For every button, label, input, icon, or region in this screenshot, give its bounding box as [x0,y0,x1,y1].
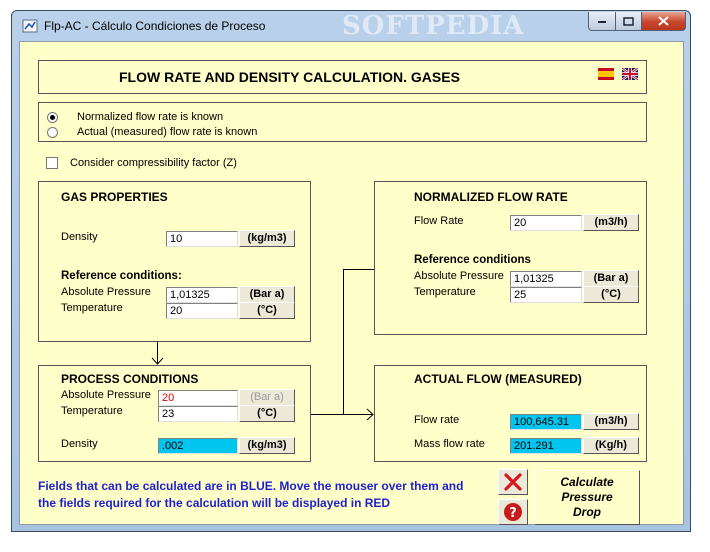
norm-flow-label: Flow Rate [414,215,464,227]
process-temperature-label: Temperature [61,405,123,417]
actual-flow-label: Flow rate [414,414,460,426]
radio-actual-label[interactable]: Actual (measured) flow rate is known [77,126,257,138]
close-icon [658,16,669,26]
reference-conditions-title: Reference conditions: [61,270,182,282]
close-button[interactable] [641,12,686,31]
density-label: Density [61,231,98,243]
help-text: Fields that can be calculated are in BLU… [38,479,464,510]
mass-flow-label: Mass flow rate [414,438,485,450]
compressibility-label[interactable]: Consider compressibility factor (Z) [70,157,237,169]
calculate-pressure-drop-button[interactable]: Calculate Pressure Drop [534,470,640,525]
gas-properties-title: GAS PROPERTIES [61,190,168,204]
norm-pressure-label: Absolute Pressure [414,270,504,282]
actual-flow-output[interactable]: 100,645.31 [510,414,582,430]
connector-line [311,414,373,415]
page-title: FLOW RATE AND DENSITY CALCULATION. GASES [119,69,460,85]
ref-pressure-input[interactable]: 1,01325 [166,287,238,303]
window-title: Flp-AC - Cálculo Condiciones de Proceso [44,19,266,33]
uk-flag-icon[interactable] [622,68,638,80]
ref-temperature-label: Temperature [61,302,123,314]
process-density-output[interactable]: .002 [158,438,238,454]
mass-flow-output[interactable]: 201.291 [510,438,582,454]
ref-temperature-unit-button[interactable]: (°C) [239,302,295,319]
radio-normalized[interactable] [47,112,58,123]
red-x-icon [504,473,522,491]
process-density-label: Density [61,438,98,450]
minimize-button[interactable] [588,12,616,31]
norm-flow-input[interactable]: 20 [510,215,582,231]
radio-normalized-label[interactable]: Normalized flow rate is known [77,111,223,123]
ref-pressure-unit-button[interactable]: (Bar a) [239,286,295,303]
norm-temperature-unit-button[interactable]: (°C) [583,286,639,303]
ref-pressure-label: Absolute Pressure [61,286,151,298]
connector-line [343,269,374,270]
actual-flow-title: ACTUAL FLOW (MEASURED) [414,372,582,386]
compressibility-checkbox[interactable] [46,157,58,169]
norm-temperature-label: Temperature [414,286,476,298]
help-button[interactable]: ? [498,499,528,525]
process-conditions-title: PROCESS CONDITIONS [61,372,199,386]
app-icon [22,19,38,33]
calculate-button-label: Calculate Pressure Drop [560,475,614,519]
maximize-icon [623,16,634,26]
mass-flow-unit-button[interactable]: (Kg/h) [583,437,639,454]
actual-flow-panel: ACTUAL FLOW (MEASURED) Flow rate 100,645… [374,365,647,462]
app-window: Flp-AC - Cálculo Condiciones de Proceso … [11,10,691,532]
clear-button[interactable] [498,469,528,495]
process-pressure-label: Absolute Pressure [61,389,151,401]
norm-temperature-input[interactable]: 25 [510,287,582,303]
process-conditions-panel: PROCESS CONDITIONS Absolute Pressure 20 … [38,365,311,462]
title-bar[interactable]: Flp-AC - Cálculo Condiciones de Proceso … [12,11,690,41]
density-unit-button[interactable]: (kg/m3) [239,230,295,247]
density-input[interactable]: 10 [166,231,238,247]
process-temperature-unit-button[interactable]: (°C) [239,405,295,422]
connector-line [343,269,344,415]
arrow-down-icon [151,357,164,365]
norm-reference-title: Reference conditions [414,254,531,266]
process-density-unit-button[interactable]: (kg/m3) [239,437,295,454]
spain-flag-icon[interactable] [598,68,614,80]
normalized-flow-panel: NORMALIZED FLOW RATE Flow Rate 20 (m3/h)… [374,181,647,335]
process-pressure-input[interactable]: 20 [158,390,238,406]
client-area: FLOW RATE AND DENSITY CALCULATION. GASES… [19,41,684,525]
norm-pressure-unit-button[interactable]: (Bar a) [583,270,639,287]
arrow-right-icon [366,408,374,421]
watermark: SOFTPEDIA [342,11,525,41]
minimize-icon [598,21,606,23]
actual-flow-unit-button[interactable]: (m3/h) [583,413,639,430]
norm-pressure-input[interactable]: 1,01325 [510,271,582,287]
norm-flow-unit-button[interactable]: (m3/h) [583,214,639,231]
process-pressure-unit-button[interactable]: (Bar a) [239,389,295,406]
gas-properties-panel: GAS PROPERTIES Density 10 (kg/m3) Refere… [38,181,311,342]
normalized-flow-title: NORMALIZED FLOW RATE [414,190,568,204]
ref-temperature-input[interactable]: 20 [166,303,238,319]
process-temperature-input[interactable]: 23 [158,406,238,422]
header-panel: FLOW RATE AND DENSITY CALCULATION. GASES [38,60,647,94]
radio-actual[interactable] [47,127,58,138]
maximize-button[interactable] [615,12,642,31]
svg-text:?: ? [509,506,517,521]
mode-panel: Normalized flow rate is known Actual (me… [38,102,647,142]
question-mark-icon: ? [504,503,522,521]
